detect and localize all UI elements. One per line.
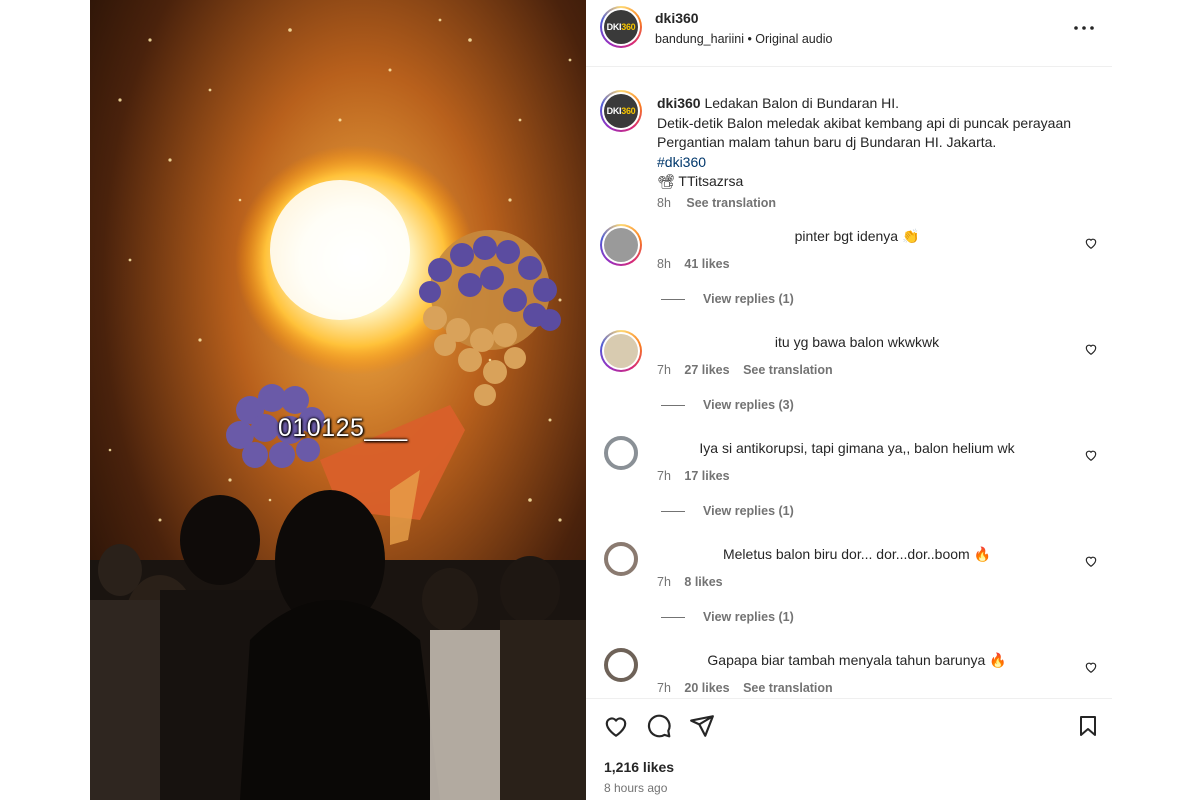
caption-meta: 8h See translation xyxy=(657,196,788,210)
caption-title: Ledakan Balon di Bundaran HI. xyxy=(704,95,900,111)
heart-icon[interactable] xyxy=(1084,660,1098,679)
post-actions: 1,216 likes 8 hours ago xyxy=(586,698,1112,800)
comment-time: 7h xyxy=(657,681,671,695)
comment-time: 7h xyxy=(657,469,671,483)
video-overlay-text: 010125___ xyxy=(278,414,408,442)
commenter-avatar[interactable] xyxy=(604,436,638,470)
caption-username[interactable]: dki360 xyxy=(657,95,701,111)
caption-time: 8h xyxy=(657,196,671,210)
comments-scroll-area[interactable]: DKI 360 dki360 Ledakan Balon di Bundaran … xyxy=(586,68,1112,698)
caption-author-avatar[interactable]: DKI 360 xyxy=(600,90,642,132)
comment-likes[interactable]: 17 likes xyxy=(684,469,729,483)
comment-time: 7h xyxy=(657,363,671,377)
hashtag-link[interactable]: #dki360 xyxy=(657,154,706,170)
comment-item: Gapapa biar tambah menyala tahun barunya… xyxy=(586,648,1112,698)
fireworks-video-frame xyxy=(90,0,586,800)
dki360-logo-icon: DKI 360 xyxy=(604,10,638,44)
comment-meta: 8h 41 likes xyxy=(657,257,740,271)
comment-item: Iya si antikorupsi, tapi gimana ya,, bal… xyxy=(586,436,1112,536)
bookmark-icon[interactable] xyxy=(1076,713,1100,744)
commenter-avatar[interactable] xyxy=(604,648,638,682)
commenter-avatar[interactable] xyxy=(600,330,642,372)
caption-credit: TTitsazrsa xyxy=(678,173,744,189)
comment-meta: 7h 8 likes xyxy=(657,575,733,589)
comment-time: 7h xyxy=(657,575,671,589)
see-translation-button[interactable]: See translation xyxy=(743,681,833,695)
more-options-icon[interactable] xyxy=(1072,16,1096,40)
share-paper-plane-icon[interactable] xyxy=(689,713,715,744)
heart-icon[interactable] xyxy=(1084,448,1098,467)
caption-text: dki360 Ledakan Balon di Bundaran HI. Det… xyxy=(657,94,1097,192)
commenter-avatar[interactable] xyxy=(600,224,642,266)
comment-text: Iya si antikorupsi, tapi gimana ya,, bal… xyxy=(699,440,1015,456)
comment-item: Meletus balon biru dor... dor...dor..boo… xyxy=(586,542,1112,642)
likes-count[interactable]: 1,216 likes xyxy=(604,759,674,775)
view-replies-button[interactable]: View replies (1) xyxy=(661,292,794,306)
comment-item: itu yg bawa balon wkwkwk 7h 27 likes See… xyxy=(586,330,1112,430)
view-replies-button[interactable]: View replies (1) xyxy=(661,504,794,518)
comment-item: pinter bgt idenya 👏 8h 41 likes View rep… xyxy=(586,224,1112,324)
original-audio-link[interactable]: Original audio xyxy=(755,32,832,46)
comment-likes[interactable]: 41 likes xyxy=(684,257,729,271)
author-username[interactable]: dki360 xyxy=(655,10,699,26)
post-media[interactable]: 010125___ xyxy=(90,0,586,800)
like-heart-icon[interactable] xyxy=(603,713,629,744)
audio-info: bandung_hariini • Original audio xyxy=(655,32,833,46)
comment-bubble-icon[interactable] xyxy=(646,713,672,744)
comment-likes[interactable]: 8 likes xyxy=(684,575,722,589)
comment-likes[interactable]: 20 likes xyxy=(684,681,729,695)
comment-meta: 7h 17 likes xyxy=(657,469,740,483)
comment-text: pinter bgt idenya 👏 xyxy=(794,228,920,244)
comment-text: Gapapa biar tambah menyala tahun barunya… xyxy=(707,652,1007,668)
author-avatar[interactable]: DKI 360 xyxy=(600,6,642,48)
post-time: 8 hours ago xyxy=(604,781,668,795)
comment-likes[interactable]: 27 likes xyxy=(684,363,729,377)
audio-source-link[interactable]: bandung_hariini xyxy=(655,32,744,46)
comment-meta: 7h 27 likes See translation xyxy=(657,363,843,377)
heart-icon[interactable] xyxy=(1084,554,1098,573)
camera-emoji-icon: 📽 xyxy=(657,173,675,189)
post-header: DKI 360 dki360 bandung_hariini • Original… xyxy=(586,0,1112,67)
comment-text: itu yg bawa balon wkwkwk xyxy=(774,334,940,350)
comment-text: Meletus balon biru dor... dor...dor..boo… xyxy=(722,546,992,562)
comment-time: 8h xyxy=(657,257,671,271)
comment-meta: 7h 20 likes See translation xyxy=(657,681,843,695)
heart-icon[interactable] xyxy=(1084,342,1098,361)
see-translation-button[interactable]: See translation xyxy=(686,196,776,210)
view-replies-button[interactable]: View replies (1) xyxy=(661,610,794,624)
commenter-avatar[interactable] xyxy=(604,542,638,576)
dki360-logo-icon: DKI 360 xyxy=(604,94,638,128)
see-translation-button[interactable]: See translation xyxy=(743,363,833,377)
post-detail-panel: DKI 360 dki360 bandung_hariini • Original… xyxy=(586,0,1112,800)
heart-icon[interactable] xyxy=(1084,236,1098,255)
view-replies-button[interactable]: View replies (3) xyxy=(661,398,794,412)
caption-body: Detik-detik Balon meledak akibat kembang… xyxy=(657,114,1072,151)
